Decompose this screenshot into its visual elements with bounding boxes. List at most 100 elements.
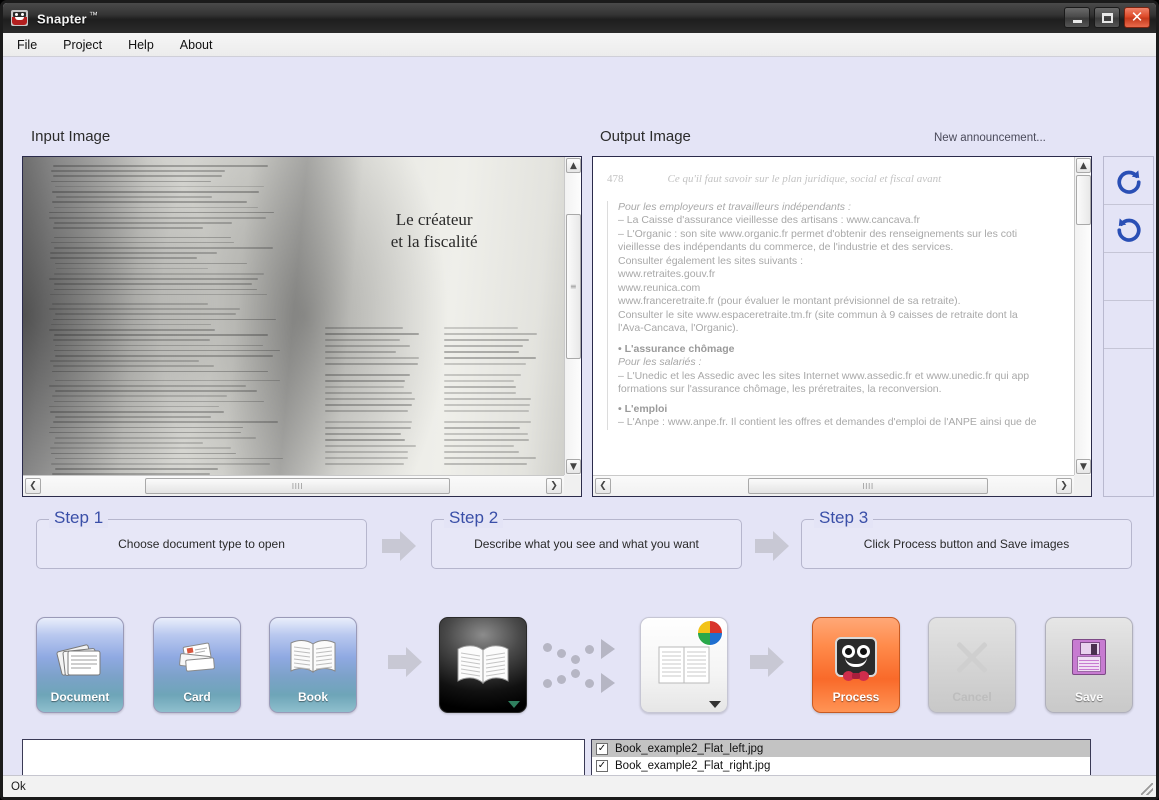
output-scrollbar-corner — [1074, 475, 1091, 496]
icon-arrow-1-icon — [386, 645, 424, 679]
announcement-link[interactable]: New announcement... — [934, 132, 1046, 144]
input-scroll-down-button[interactable]: ▼ — [566, 459, 581, 474]
input-photo: Le créateur et la fiscalité — [23, 157, 564, 475]
step-2-text: Describe what you see and what you want — [432, 537, 741, 551]
resize-grip[interactable] — [1141, 783, 1153, 795]
input-image-viewer[interactable]: Le créateur et la fiscalité ▲ ≡ ▼ ❮ IIII… — [22, 156, 582, 497]
minimize-icon — [1073, 20, 1082, 23]
output-running-head-text: Ce qu'il faut savoir sur le plan juridiq… — [668, 173, 942, 187]
action-icons-row: Document Card Book Process Cancel Save — [3, 617, 1156, 717]
save-button[interactable]: Save — [1045, 617, 1133, 713]
output-scroll-up-button[interactable]: ▲ — [1076, 158, 1091, 173]
menu-item-project[interactable]: Project — [63, 36, 115, 54]
log-text — [23, 740, 584, 748]
input-image-canvas[interactable]: Le créateur et la fiscalité — [23, 157, 564, 475]
step-1-group: Step 1 Choose document type to open — [36, 519, 367, 569]
output-line: Consulter également les sites suivants : — [618, 255, 1066, 269]
process-label: Process — [833, 690, 880, 704]
step-arrow-2-icon — [753, 529, 791, 563]
output-vertical-scrollbar[interactable]: ▲ ▼ — [1074, 157, 1091, 475]
input-vertical-scroll-thumb[interactable]: ≡ — [566, 214, 581, 359]
output-horizontal-scroll-thumb[interactable]: IIII — [748, 478, 988, 494]
list-item[interactable]: ✓ Book_example2_Flat_left.jpg — [592, 740, 1090, 757]
window-controls: ✕ — [1064, 7, 1150, 28]
image-tools-column — [1103, 156, 1154, 497]
x-cross-icon — [929, 628, 1015, 686]
trademark-symbol: ™ — [89, 10, 98, 20]
file-checkbox[interactable]: ✓ — [596, 760, 608, 772]
cancel-button: Cancel — [928, 617, 1016, 713]
redo-icon — [1116, 168, 1142, 194]
title-bar: Snapter ™ ✕ — [3, 3, 1156, 33]
output-image-canvas[interactable]: 478 Ce qu'il faut savoir sur le plan jur… — [593, 157, 1074, 475]
card-type-button[interactable]: Card — [153, 617, 241, 713]
list-item[interactable]: ✓ Book_example2_Flat_right.jpg — [592, 757, 1090, 774]
steps-row: Step 1 Choose document type to open Step… — [3, 519, 1156, 579]
menu-item-help[interactable]: Help — [128, 36, 167, 54]
minimize-button[interactable] — [1064, 7, 1090, 28]
input-horizontal-scroll-thumb[interactable]: IIII — [145, 478, 450, 494]
input-photo-right-page: Le créateur et la fiscalité — [310, 157, 559, 475]
output-scroll-right-button[interactable]: ❯ — [1056, 478, 1072, 494]
transform-arrows-icon — [543, 635, 633, 697]
output-horizontal-scrollbar[interactable]: ❮ IIII ❯ — [593, 475, 1074, 496]
application-window: Snapter ™ ✕ File Project Help About Input… — [0, 0, 1159, 800]
output-line: • L'emploi — [618, 403, 1066, 417]
input-image-title: Input Image — [31, 128, 110, 145]
book-on-dark-background-icon — [440, 634, 526, 696]
output-line: Pour les salariés : — [618, 356, 1066, 370]
step-3-group: Step 3 Click Process button and Save ima… — [801, 519, 1132, 569]
step-1-label: Step 1 — [49, 508, 108, 528]
open-book-icon — [270, 628, 356, 686]
file-name: Book_example2_Flat_right.jpg — [615, 760, 770, 772]
input-photo-title-line1: Le créateur — [310, 209, 559, 231]
redo-button[interactable] — [1104, 157, 1153, 205]
source-shape-button[interactable] — [439, 617, 527, 713]
save-label: Save — [1075, 690, 1103, 704]
document-type-button[interactable]: Document — [36, 617, 124, 713]
input-photo-page-title: Le créateur et la fiscalité — [310, 209, 559, 253]
step-arrow-1-icon — [380, 529, 418, 563]
process-button[interactable]: Process — [812, 617, 900, 713]
input-scroll-right-button[interactable]: ❯ — [546, 478, 562, 494]
step-1-text: Choose document type to open — [37, 537, 366, 551]
step-2-label: Step 2 — [444, 508, 503, 528]
undo-button[interactable] — [1104, 205, 1153, 253]
menu-item-about[interactable]: About — [180, 36, 226, 54]
input-scroll-left-button[interactable]: ❮ — [25, 478, 41, 494]
output-vertical-scroll-thumb[interactable] — [1076, 175, 1091, 225]
output-line: – L'Unedic et les Assedic avec les sites… — [618, 370, 1066, 384]
card-type-label: Card — [183, 690, 210, 704]
document-type-label: Document — [51, 690, 110, 704]
menu-item-file[interactable]: File — [17, 36, 50, 54]
tool-slot-3[interactable] — [1104, 253, 1153, 301]
input-vertical-scrollbar[interactable]: ▲ ≡ ▼ — [564, 157, 581, 475]
output-image-viewer[interactable]: 478 Ce qu'il faut savoir sur le plan jur… — [592, 156, 1092, 497]
snapter-robot-icon — [11, 10, 28, 26]
output-line: www.reunica.com — [618, 282, 1066, 296]
output-line: Pour les employeurs et travailleurs indé… — [618, 201, 1066, 215]
stacked-papers-icon — [37, 628, 123, 686]
output-line: formations sur l'assurance chômage, les … — [618, 383, 1066, 397]
book-type-button[interactable]: Book — [269, 617, 357, 713]
input-horizontal-scrollbar[interactable]: ❮ IIII ❯ — [23, 475, 564, 496]
maximize-icon — [1102, 13, 1113, 23]
close-button[interactable]: ✕ — [1124, 7, 1150, 28]
output-line: www.franceretraite.fr (pour évaluer le m… — [618, 295, 1066, 309]
output-line: Consulter le site www.espaceretraite.tm.… — [618, 309, 1066, 323]
file-name: Book_example2_Flat_left.jpg — [615, 743, 763, 755]
input-scroll-up-button[interactable]: ▲ — [566, 158, 581, 173]
tool-slot-4[interactable] — [1104, 301, 1153, 349]
maximize-button[interactable] — [1094, 7, 1120, 28]
target-dropdown-caret-icon[interactable] — [709, 701, 721, 708]
color-pie-icon — [697, 620, 723, 646]
step-3-label: Step 3 — [814, 508, 873, 528]
source-dropdown-caret-icon[interactable] — [508, 701, 520, 708]
output-image-title: Output Image — [600, 128, 691, 145]
target-shape-button[interactable] — [640, 617, 728, 713]
main-content: Input Image Output Image New announcemen… — [3, 57, 1156, 775]
output-scroll-down-button[interactable]: ▼ — [1076, 459, 1091, 474]
output-running-head: 478 Ce qu'il faut savoir sur le plan jur… — [607, 173, 1066, 201]
file-checkbox[interactable]: ✓ — [596, 743, 608, 755]
output-scroll-left-button[interactable]: ❮ — [595, 478, 611, 494]
